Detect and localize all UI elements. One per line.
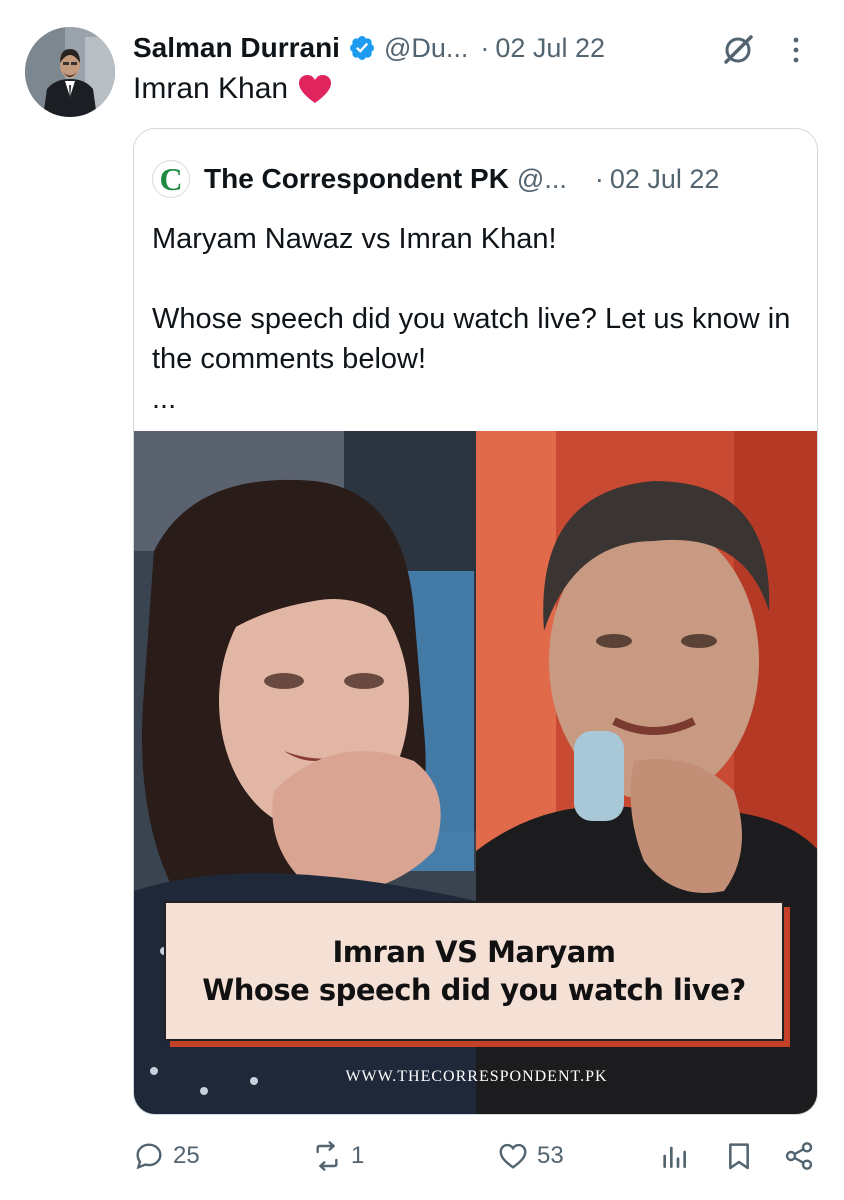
- quoted-author-handle[interactable]: @...: [517, 164, 567, 195]
- quoted-post-card[interactable]: C The Correspondent PK @... · 02 Jul 22 …: [133, 128, 818, 1115]
- share-icon: [785, 1142, 813, 1170]
- quoted-post-text: Maryam Nawaz vs Imran Khan! Whose speech…: [152, 219, 793, 419]
- heart-emoji-icon: [299, 75, 332, 103]
- reply-button[interactable]: 25: [133, 1136, 200, 1176]
- author-name[interactable]: Salman Durrani: [133, 32, 340, 64]
- grok-icon[interactable]: [720, 32, 756, 68]
- quoted-separator-dot: ·: [594, 163, 604, 194]
- author-avatar[interactable]: [25, 27, 115, 117]
- verified-badge-icon: [349, 36, 374, 60]
- quoted-post-header: C The Correspondent PK @... · 02 Jul 22: [152, 159, 797, 199]
- action-bar: 25 1 53: [133, 1136, 818, 1176]
- quoted-text-line1: Maryam Nawaz vs Imran Khan!: [152, 223, 557, 255]
- repost-count: 1: [351, 1142, 365, 1169]
- post-text-content: Imran Khan: [133, 72, 289, 105]
- repost-button[interactable]: 1: [311, 1136, 364, 1176]
- bookmark-button[interactable]: [723, 1136, 755, 1176]
- repost-icon: [316, 1141, 338, 1171]
- like-icon: [499, 1143, 527, 1169]
- quoted-text-line2: Whose speech did you watch live? Let us …: [152, 303, 791, 375]
- author-handle[interactable]: @Du...: [384, 33, 468, 64]
- views-icon: [663, 1146, 686, 1168]
- quoted-post-date[interactable]: 02 Jul 22: [610, 164, 720, 195]
- quoted-media-image[interactable]: Imran VS Maryam Whose speech did you wat…: [134, 431, 817, 1114]
- more-icon[interactable]: [786, 32, 806, 68]
- quoted-author-name[interactable]: The Correspondent PK: [204, 163, 509, 195]
- share-button[interactable]: [783, 1136, 815, 1176]
- media-caption-line1: Imran VS Maryam: [332, 935, 616, 969]
- like-button[interactable]: 53: [497, 1136, 564, 1176]
- separator-dot: ·: [480, 32, 490, 63]
- post-header: Salman Durrani @Du... · 02 Jul 22: [133, 28, 814, 68]
- media-caption-line2: Whose speech did you watch live?: [202, 973, 746, 1007]
- quoted-text-more: ...: [152, 383, 177, 415]
- quoted-author-avatar[interactable]: C: [152, 160, 190, 198]
- media-caption-box: Imran VS Maryam Whose speech did you wat…: [164, 901, 784, 1041]
- reply-count: 25: [173, 1142, 200, 1169]
- post-text: Imran Khan: [133, 72, 332, 106]
- like-count: 53: [537, 1142, 564, 1169]
- post-date[interactable]: 02 Jul 22: [495, 33, 605, 64]
- bookmark-icon: [729, 1143, 749, 1170]
- views-button[interactable]: [658, 1136, 690, 1176]
- reply-icon: [136, 1143, 162, 1170]
- quoted-avatar-letter: C: [159, 160, 183, 197]
- media-watermark: WWW.THECORRESPONDENT.PK: [345, 1068, 608, 1085]
